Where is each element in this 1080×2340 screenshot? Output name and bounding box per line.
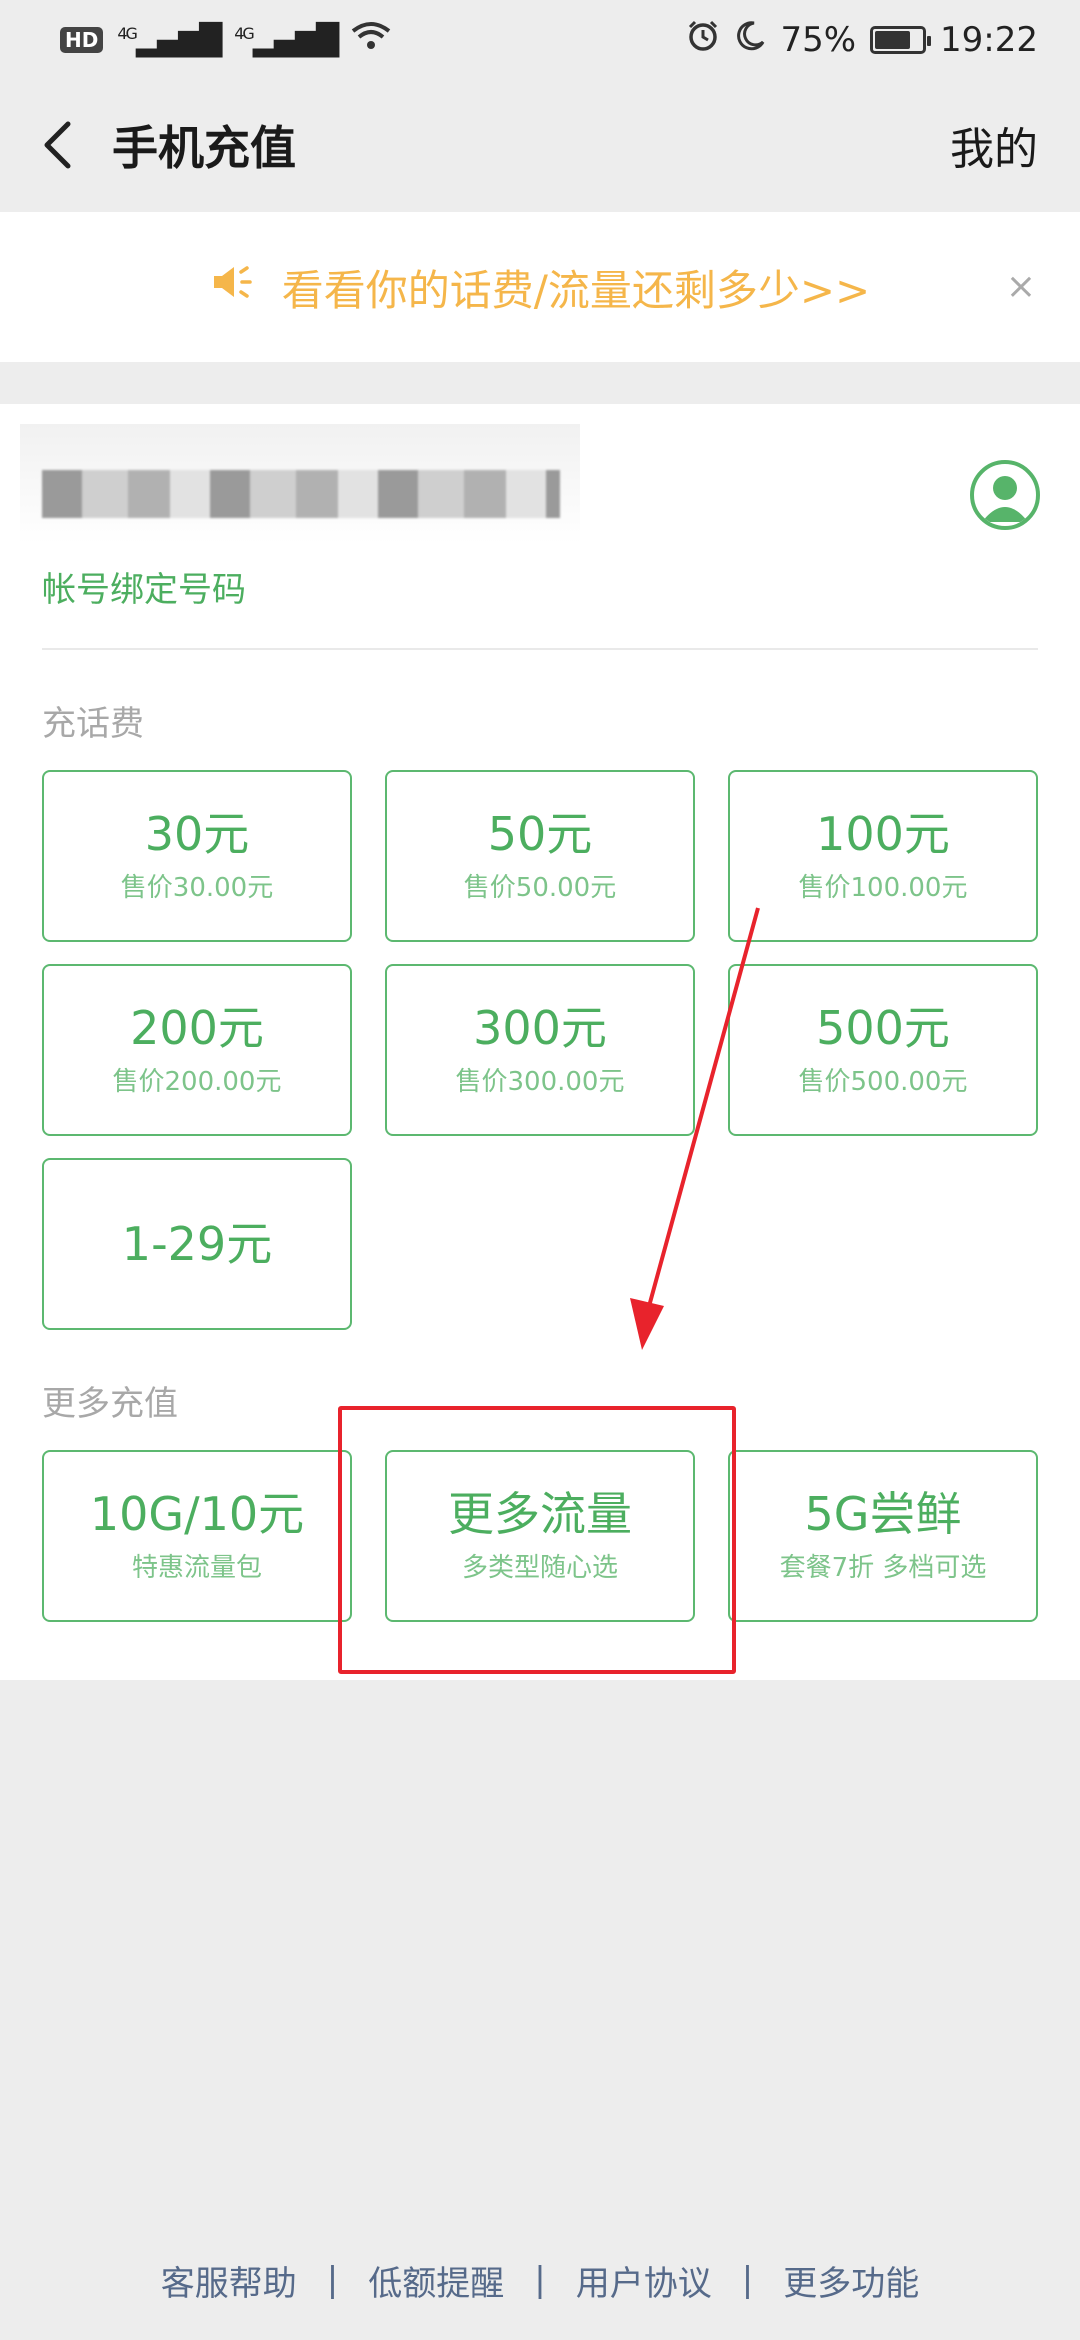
divider bbox=[42, 648, 1038, 650]
section-label-more: 更多充值 bbox=[42, 1384, 178, 1424]
notice-content: 看看你的话费/流量还剩多少>> bbox=[210, 257, 871, 318]
phone-number-masked bbox=[42, 470, 560, 518]
back-arrow-icon[interactable] bbox=[42, 115, 90, 175]
status-right: 75% 19:22 bbox=[686, 19, 1038, 62]
notice-banner[interactable]: 看看你的话费/流量还剩多少>> × bbox=[0, 212, 1080, 362]
signal-4g-2: 4G▂▄▆█ bbox=[234, 22, 339, 58]
option-amount: 500元 bbox=[816, 1001, 950, 1056]
footer-link-low-balance[interactable]: 低额提醒 bbox=[368, 2256, 504, 2305]
notice-text: 看看你的话费/流量还剩多少>> bbox=[281, 265, 871, 315]
option-amount: 100元 bbox=[816, 807, 950, 862]
option-title: 10G/10元 bbox=[89, 1487, 305, 1542]
option-price: 售价100.00元 bbox=[798, 872, 968, 903]
footer-separator: | bbox=[326, 2260, 339, 2300]
recharge-option-200[interactable]: 200元 售价200.00元 bbox=[42, 964, 352, 1136]
option-desc: 特惠流量包 bbox=[131, 1552, 262, 1583]
option-price: 售价500.00元 bbox=[798, 1066, 968, 1097]
option-amount: 1-29元 bbox=[121, 1216, 273, 1271]
battery-percent: 75% bbox=[780, 20, 857, 60]
recharge-option-custom[interactable]: 1-29元 bbox=[42, 1158, 352, 1330]
option-amount: 30元 bbox=[144, 807, 250, 862]
footer-link-more[interactable]: 更多功能 bbox=[783, 2256, 919, 2305]
account-bind-label[interactable]: 帐号绑定号码 bbox=[42, 562, 246, 611]
footer-link-agreement[interactable]: 用户协议 bbox=[576, 2256, 712, 2305]
option-amount: 50元 bbox=[487, 807, 593, 862]
option-desc: 套餐7折 多档可选 bbox=[779, 1552, 987, 1583]
battery-icon bbox=[870, 26, 932, 54]
option-price: 售价50.00元 bbox=[463, 872, 617, 903]
title-bar: 手机充值 我的 bbox=[0, 80, 1080, 210]
signal-4g-1: 4G▂▄▆█ bbox=[117, 22, 222, 58]
section-label-recharge: 充话费 bbox=[42, 704, 144, 744]
more-option-data-pack[interactable]: 10G/10元 特惠流量包 bbox=[42, 1450, 352, 1622]
contact-avatar-icon[interactable] bbox=[970, 460, 1040, 530]
wifi-icon bbox=[351, 20, 391, 60]
mine-link[interactable]: 我的 bbox=[950, 113, 1038, 177]
moon-icon bbox=[734, 20, 766, 61]
status-bar: HD 4G▂▄▆█ 4G▂▄▆█ 75% 19:22 bbox=[0, 0, 1080, 80]
option-amount: 300元 bbox=[473, 1001, 607, 1056]
recharge-option-30[interactable]: 30元 售价30.00元 bbox=[42, 770, 352, 942]
footer-link-help[interactable]: 客服帮助 bbox=[161, 2256, 297, 2305]
clock: 19:22 bbox=[940, 20, 1038, 60]
option-price: 售价200.00元 bbox=[112, 1066, 282, 1097]
close-icon[interactable]: × bbox=[1006, 266, 1036, 307]
footer-separator: | bbox=[741, 2260, 754, 2300]
more-option-5g[interactable]: 5G尝鲜 套餐7折 多档可选 bbox=[728, 1450, 1038, 1622]
footer-links: 客服帮助 | 低额提醒 | 用户协议 | 更多功能 bbox=[0, 2250, 1080, 2310]
alarm-icon bbox=[686, 19, 720, 62]
footer-separator: | bbox=[534, 2260, 546, 2300]
speaker-icon bbox=[210, 262, 256, 312]
annotation-highlight-box bbox=[338, 1406, 736, 1674]
option-title: 5G尝鲜 bbox=[804, 1487, 962, 1542]
annotation-arrow bbox=[630, 907, 760, 1350]
page-title: 手机充值 bbox=[112, 121, 296, 175]
status-left: HD 4G▂▄▆█ 4G▂▄▆█ bbox=[60, 20, 391, 60]
option-amount: 200元 bbox=[130, 1001, 264, 1056]
option-price: 售价30.00元 bbox=[120, 872, 274, 903]
hd-badge: HD bbox=[60, 27, 104, 53]
